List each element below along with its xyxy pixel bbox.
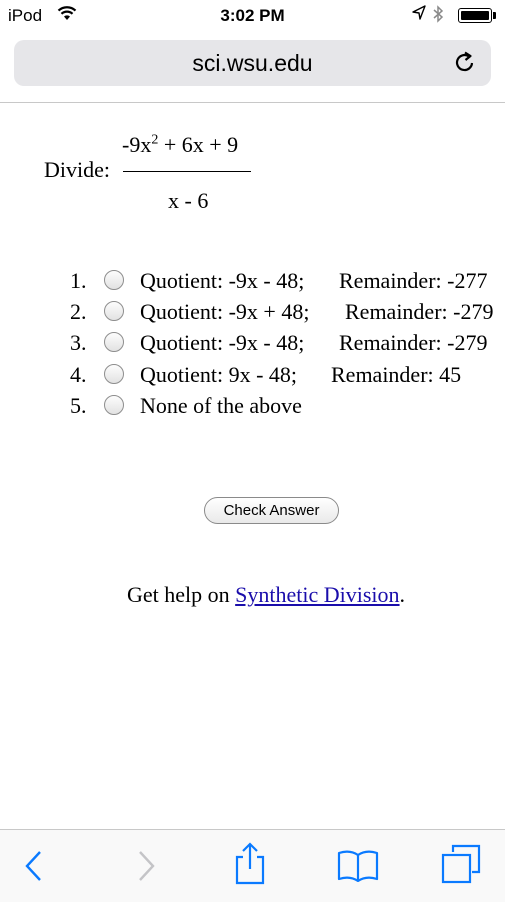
help-line: Get help on Synthetic Division. <box>127 582 405 608</box>
answer-choice-5[interactable]: 5. None of the above <box>0 393 505 421</box>
choice-quotient: Quotient: -9x + 48; <box>140 299 310 324</box>
help-prefix: Get help on <box>127 582 236 607</box>
bluetooth-icon <box>432 5 444 27</box>
numerator-rest: + 6x + 9 <box>158 132 239 157</box>
choice-remainder: Remainder: -279 <box>345 299 494 324</box>
battery-icon <box>458 8 492 23</box>
answer-choice-4[interactable]: 4. Quotient: 9x - 48; Remainder: 45 <box>0 362 505 390</box>
choice-remainder: Remainder: -279 <box>339 330 488 355</box>
choice-number: 3. <box>70 330 87 355</box>
choice-remainder: Remainder: 45 <box>331 362 462 387</box>
choice-quotient: Quotient: -9x - 48; <box>140 330 305 355</box>
answer-choice-1[interactable]: 1. Quotient: -9x - 48; Remainder: -277 <box>0 268 505 296</box>
location-arrow-icon <box>412 5 426 25</box>
url-text[interactable]: sci.wsu.edu <box>14 50 491 77</box>
choice-quotient: Quotient: -9x - 48; <box>140 268 305 293</box>
battery-tip <box>493 12 496 19</box>
share-icon[interactable] <box>232 842 268 886</box>
choice-remainder: Remainder: -277 <box>339 268 488 293</box>
status-bar: iPod 3:02 PM <box>0 0 505 36</box>
answer-choice-2[interactable]: 2. Quotient: -9x + 48; Remainder: -279 <box>0 299 505 327</box>
browser-toolbar <box>0 829 505 902</box>
numerator-base: -9x <box>122 132 152 157</box>
radio-button-5[interactable] <box>104 395 124 415</box>
address-bar-container: sci.wsu.edu <box>0 36 505 103</box>
radio-button-2[interactable] <box>104 301 124 321</box>
radio-button-1[interactable] <box>104 270 124 290</box>
fraction-bar <box>123 171 251 172</box>
divide-label: Divide: <box>44 157 110 182</box>
choice-quotient: Quotient: 9x - 48; <box>140 362 298 387</box>
choice-number: 4. <box>70 362 87 387</box>
forward-chevron-icon[interactable] <box>134 849 158 883</box>
tabs-icon[interactable] <box>440 844 482 884</box>
radio-button-3[interactable] <box>104 332 124 352</box>
bookmarks-icon[interactable] <box>337 848 379 882</box>
radio-button-4[interactable] <box>104 364 124 384</box>
address-bar[interactable]: sci.wsu.edu <box>14 40 491 86</box>
denominator: x - 6 <box>168 188 209 213</box>
numerator: -9x2 + 6x + 9 <box>122 132 238 158</box>
back-chevron-icon[interactable] <box>22 849 46 883</box>
clock: 3:02 PM <box>220 6 285 25</box>
reload-icon[interactable] <box>451 48 479 76</box>
choice-number: 5. <box>70 393 87 418</box>
help-suffix: . <box>399 582 406 607</box>
choice-number: 2. <box>70 299 87 324</box>
check-answer-button[interactable]: Check Answer <box>204 497 339 524</box>
choice-quotient: None of the above <box>140 393 302 418</box>
synthetic-division-link[interactable]: Synthetic Division <box>235 582 399 607</box>
choice-number: 1. <box>70 268 87 293</box>
answer-choice-3[interactable]: 3. Quotient: -9x - 48; Remainder: -279 <box>0 330 505 358</box>
